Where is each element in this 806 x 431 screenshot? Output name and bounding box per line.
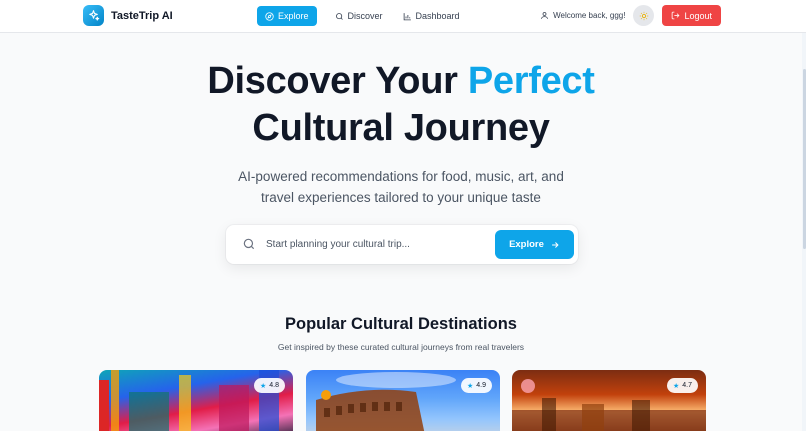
destination-card[interactable]: ★ 4.8 xyxy=(99,370,293,431)
destination-card[interactable]: ★ 4.9 xyxy=(306,370,500,431)
explore-button-label: Explore xyxy=(509,239,544,250)
rating-badge: ★ 4.8 xyxy=(253,378,285,393)
logout-label: Logout xyxy=(684,10,712,21)
search-input[interactable] xyxy=(266,234,491,255)
hero-title-line2: Cultural Journey xyxy=(252,107,550,149)
star-icon: ★ xyxy=(466,382,474,390)
section-title: Popular Cultural Destinations xyxy=(285,315,517,333)
sun-icon xyxy=(639,11,649,20)
hero-subtitle-line1: AI-powered recommendations for food, mus… xyxy=(238,169,564,184)
bar-chart-icon xyxy=(403,12,411,20)
rating-badge: ★ 4.7 xyxy=(666,378,698,393)
rating-value: 4.7 xyxy=(682,382,692,389)
hero-subtitle: AI-powered recommendations for food, mus… xyxy=(0,166,802,208)
nav-dashboard[interactable]: Dashboard xyxy=(395,6,468,26)
user-greeting: Welcome back, ggg! xyxy=(540,11,625,20)
explore-button[interactable]: Explore xyxy=(495,230,574,259)
destination-card[interactable]: ★ 4.7 xyxy=(512,370,706,431)
theme-toggle-button[interactable] xyxy=(633,5,655,26)
star-icon: ★ xyxy=(672,382,680,390)
logout-icon xyxy=(672,11,680,20)
hero-title-accent: Perfect xyxy=(467,60,595,102)
navbar: TasteTrip AI Explore Discover Dashboard xyxy=(0,0,806,33)
rating-value: 4.9 xyxy=(476,382,486,389)
welcome-text: Welcome back, ggg! xyxy=(553,11,626,20)
hero-subtitle-line2: travel experiences tailored to your uniq… xyxy=(261,190,541,205)
rating-badge: ★ 4.9 xyxy=(460,378,492,393)
logout-button[interactable]: Logout xyxy=(662,5,721,26)
search-bar: Explore xyxy=(226,225,578,264)
page-scrollbar[interactable] xyxy=(802,33,806,431)
nav-right: Welcome back, ggg! Logout xyxy=(540,5,721,26)
search-icon xyxy=(335,12,343,20)
user-icon xyxy=(541,12,548,19)
sparkles-icon xyxy=(83,5,104,26)
rating-value: 4.8 xyxy=(269,382,279,389)
nav-discover-label: Discover xyxy=(347,11,383,21)
brand[interactable]: TasteTrip AI xyxy=(83,5,173,26)
hero-title: Discover Your Perfect Cultural Journey xyxy=(0,58,802,152)
nav-explore-label: Explore xyxy=(278,11,309,21)
nav-links: Explore Discover Dashboard xyxy=(257,6,468,26)
compass-icon xyxy=(265,11,274,21)
star-icon: ★ xyxy=(259,382,267,390)
arrow-right-icon xyxy=(552,241,559,248)
section-subtitle: Get inspired by these curated cultural j… xyxy=(277,342,525,352)
nav-explore[interactable]: Explore xyxy=(257,6,317,26)
hero-title-part1: Discover Your xyxy=(207,60,468,102)
nav-discover[interactable]: Discover xyxy=(327,6,391,26)
search-icon xyxy=(243,238,255,250)
brand-name: TasteTrip AI xyxy=(111,9,173,22)
nav-dashboard-label: Dashboard xyxy=(415,11,460,21)
